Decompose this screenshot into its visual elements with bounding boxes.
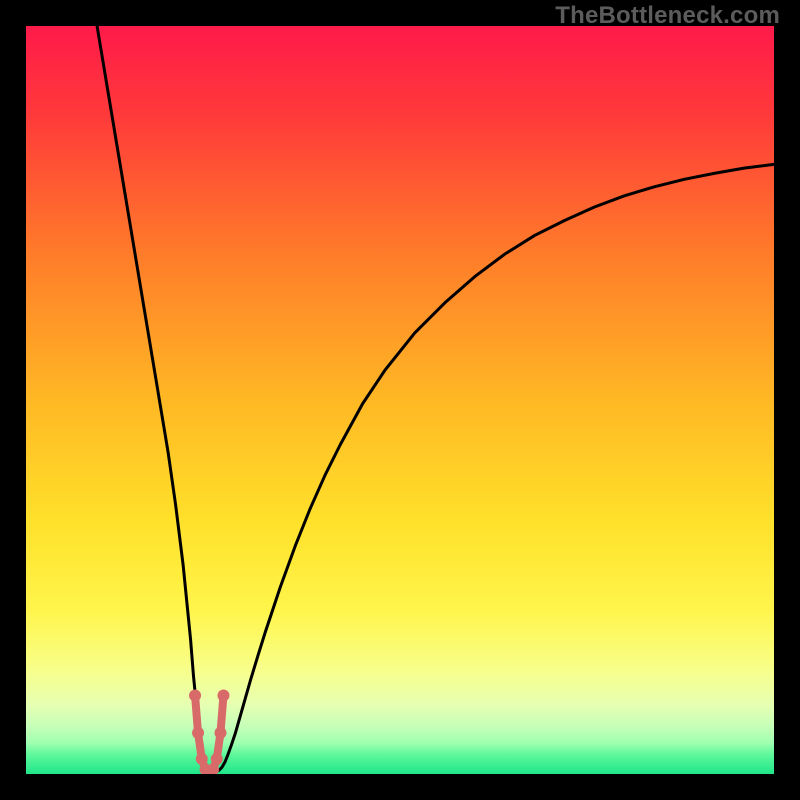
watermark-text: TheBottleneck.com xyxy=(555,2,780,30)
bottleneck-curve xyxy=(26,26,774,774)
marker-dot xyxy=(217,689,229,701)
marker-dot xyxy=(211,753,223,765)
marker-dot xyxy=(196,753,208,765)
frame: TheBottleneck.com xyxy=(0,0,800,800)
marker-dot xyxy=(214,727,226,739)
marker-dot xyxy=(192,727,204,739)
plot-area xyxy=(26,26,774,774)
marker-dot xyxy=(189,689,201,701)
